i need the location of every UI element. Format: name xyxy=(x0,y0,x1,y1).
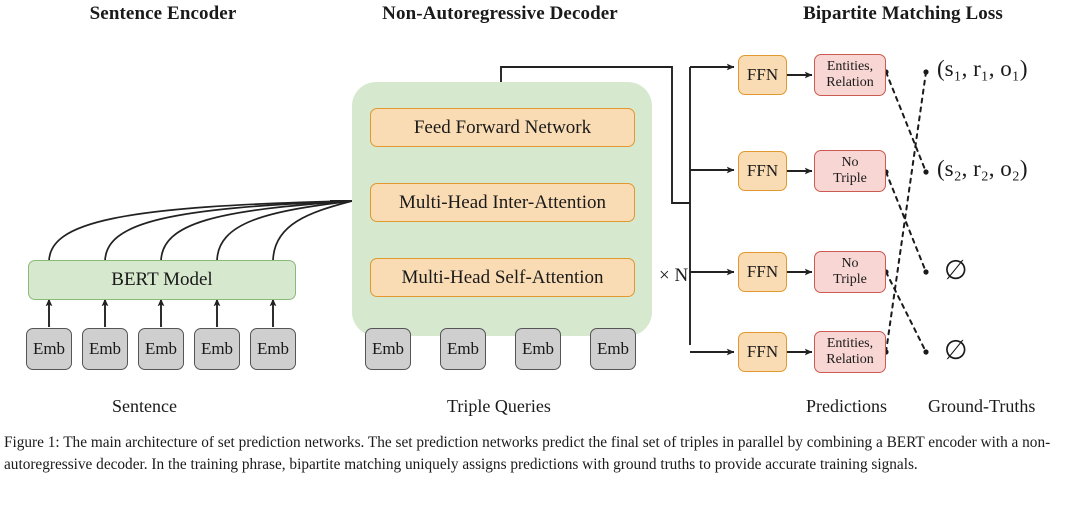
decoder-layer-multi-head-inter-attention[interactable]: Multi-Head Inter-Attention xyxy=(370,183,635,222)
prediction-box-2-line2: Triple xyxy=(833,171,867,186)
prediction-box-4-line1: Entities, xyxy=(826,336,874,352)
section-title-encoder: Sentence Encoder xyxy=(89,3,237,24)
ffn-block-2[interactable]: FFN xyxy=(738,151,787,191)
encoder-embedding-3[interactable]: Emb xyxy=(138,328,184,370)
decoder-query-embedding-2[interactable]: Emb xyxy=(440,328,486,370)
decoder-repeat-label: × N xyxy=(659,265,689,286)
decoder-query-embedding-1[interactable]: Emb xyxy=(365,328,411,370)
section-title-loss: Bipartite Matching Loss xyxy=(803,3,1003,24)
prediction-box-2-line1: No xyxy=(841,155,859,171)
prediction-box-4-line2: Relation xyxy=(826,352,874,367)
figure-canvas: Sentence Encoder Non-Autoregressive Deco… xyxy=(0,0,1080,510)
predictions-bottom-label: Predictions xyxy=(806,396,887,416)
prediction-box-1-line1: Entities, xyxy=(826,59,874,75)
prediction-box-4[interactable]: Entities, Relation xyxy=(814,331,886,373)
ground-truth-3: ∅ xyxy=(944,255,968,285)
encoder-bottom-label: Sentence xyxy=(112,396,177,416)
ffn-block-1[interactable]: FFN xyxy=(738,55,787,95)
encoder-embedding-1[interactable]: Emb xyxy=(26,328,72,370)
bert-model-box[interactable]: BERT Model xyxy=(28,260,296,300)
decoder-query-embedding-4[interactable]: Emb xyxy=(590,328,636,370)
encoder-embedding-4[interactable]: Emb xyxy=(194,328,240,370)
prediction-box-3-line2: Triple xyxy=(833,272,867,287)
ffn-block-3[interactable]: FFN xyxy=(738,252,787,292)
prediction-box-1[interactable]: Entities, Relation xyxy=(814,54,886,96)
prediction-box-3-line1: No xyxy=(841,256,859,272)
prediction-box-1-line2: Relation xyxy=(826,75,874,90)
encoder-embedding-2[interactable]: Emb xyxy=(82,328,128,370)
decoder-layer-multi-head-self-attention[interactable]: Multi-Head Self-Attention xyxy=(370,258,635,297)
decoder-query-embedding-3[interactable]: Emb xyxy=(515,328,561,370)
ground-truth-2: (s₂, r₂, o₂) xyxy=(937,156,1028,181)
figure-caption: Figure 1: The main architecture of set p… xyxy=(4,434,1051,473)
decoder-bottom-label: Triple Queries xyxy=(447,396,551,416)
ffn-block-4[interactable]: FFN xyxy=(738,332,787,372)
prediction-box-3[interactable]: No Triple xyxy=(814,251,886,293)
ground-truth-4: ∅ xyxy=(944,335,968,365)
section-title-decoder: Non-Autoregressive Decoder xyxy=(382,3,618,24)
encoder-embedding-5[interactable]: Emb xyxy=(250,328,296,370)
prediction-box-2[interactable]: No Triple xyxy=(814,150,886,192)
decoder-layer-feed-forward-network[interactable]: Feed Forward Network xyxy=(370,108,635,147)
ground-truths-bottom-label: Ground-Truths xyxy=(928,396,1036,416)
ground-truth-1: (s₁, r₁, o₁) xyxy=(937,56,1028,81)
